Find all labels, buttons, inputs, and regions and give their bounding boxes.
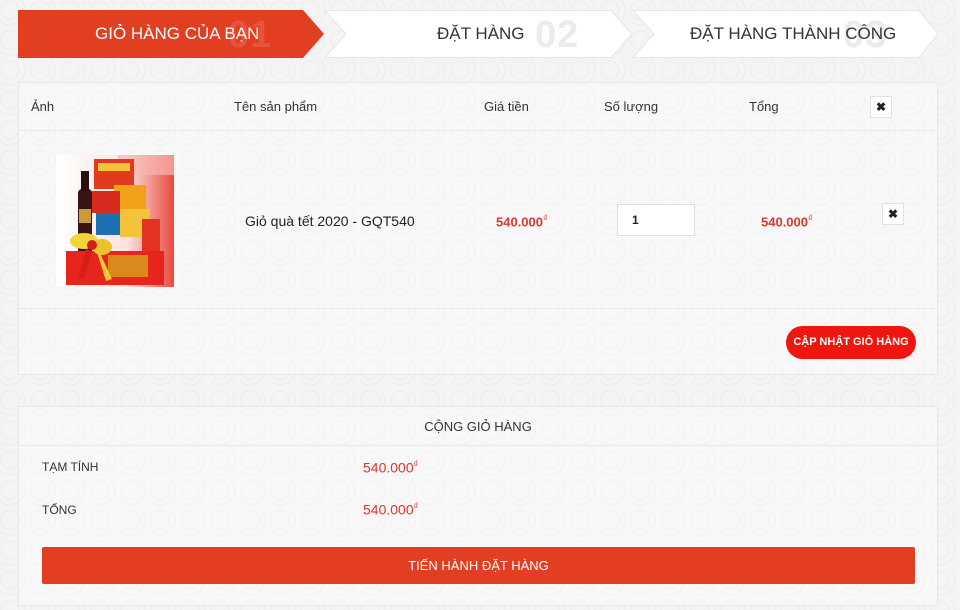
header-price: Giá tiền: [484, 99, 529, 114]
total-value: 540.000₫: [363, 501, 418, 518]
clear-cart-close-icon[interactable]: ✖: [870, 96, 892, 118]
subtotal-amount: 540.000: [363, 459, 414, 476]
cart-totals: CỘNG GIỎ HÀNG TẠM TÍNH 540.000₫ TỔNG 540…: [18, 406, 938, 606]
step-order[interactable]: 02 ĐẶT HÀNG: [323, 10, 633, 58]
step-order-label: ĐẶT HÀNG: [437, 24, 525, 43]
currency-symbol: ₫: [413, 459, 419, 469]
cart-table-header: Ảnh Tên sản phẩm Giá tiền Số lượng Tổng …: [19, 83, 937, 131]
table-row: Giỏ quà tết 2020 - GQT540 540.000₫ 540.0…: [19, 131, 937, 309]
update-cart-button[interactable]: CẬP NHẬT GIỎ HÀNG: [786, 326, 916, 359]
remove-item-close-icon[interactable]: ✖: [882, 203, 904, 225]
checkout-steps: 01 GIỎ HÀNG CỦA BẠN 02 ĐẶT HÀNG 03 ĐẶT H…: [18, 10, 940, 58]
step-cart-label: GIỎ HÀNG CỦA BẠN: [95, 24, 260, 43]
subtotal-label: TẠM TÍNH: [42, 460, 99, 474]
product-total-value: 540.000: [761, 214, 808, 230]
header-quantity: Số lượng: [604, 99, 659, 114]
header-image: Ảnh: [31, 99, 55, 114]
quantity-input[interactable]: [617, 204, 695, 236]
product-name-link[interactable]: Giỏ quà tết 2020 - GQT540: [245, 213, 415, 229]
cart-totals-title: CỘNG GIỎ HÀNG: [19, 407, 937, 446]
step-success[interactable]: 03 ĐẶT HÀNG THÀNH CÔNG: [631, 10, 941, 58]
product-image[interactable]: [56, 155, 174, 287]
step-order-number: 02: [535, 14, 580, 56]
currency-symbol: ₫: [413, 501, 419, 511]
step-success-label: ĐẶT HÀNG THÀNH CÔNG: [690, 24, 897, 43]
product-price: 540.000₫: [496, 213, 548, 229]
total-label: TỔNG: [42, 503, 77, 517]
product-total: 540.000₫: [761, 213, 813, 229]
subtotal-value: 540.000₫: [363, 459, 418, 476]
step-cart[interactable]: 01 GIỎ HÀNG CỦA BẠN: [18, 10, 328, 58]
currency-symbol: ₫: [808, 213, 813, 223]
currency-symbol: ₫: [543, 213, 548, 223]
total-amount: 540.000: [363, 501, 414, 518]
header-total: Tổng: [749, 99, 779, 114]
header-product-name: Tên sản phẩm: [234, 99, 318, 114]
cart-table: Ảnh Tên sản phẩm Giá tiền Số lượng Tổng …: [18, 82, 938, 375]
gift-basket-image: [56, 155, 174, 287]
checkout-button[interactable]: TIẾN HÀNH ĐẶT HÀNG: [42, 547, 915, 584]
product-price-value: 540.000: [496, 214, 543, 230]
